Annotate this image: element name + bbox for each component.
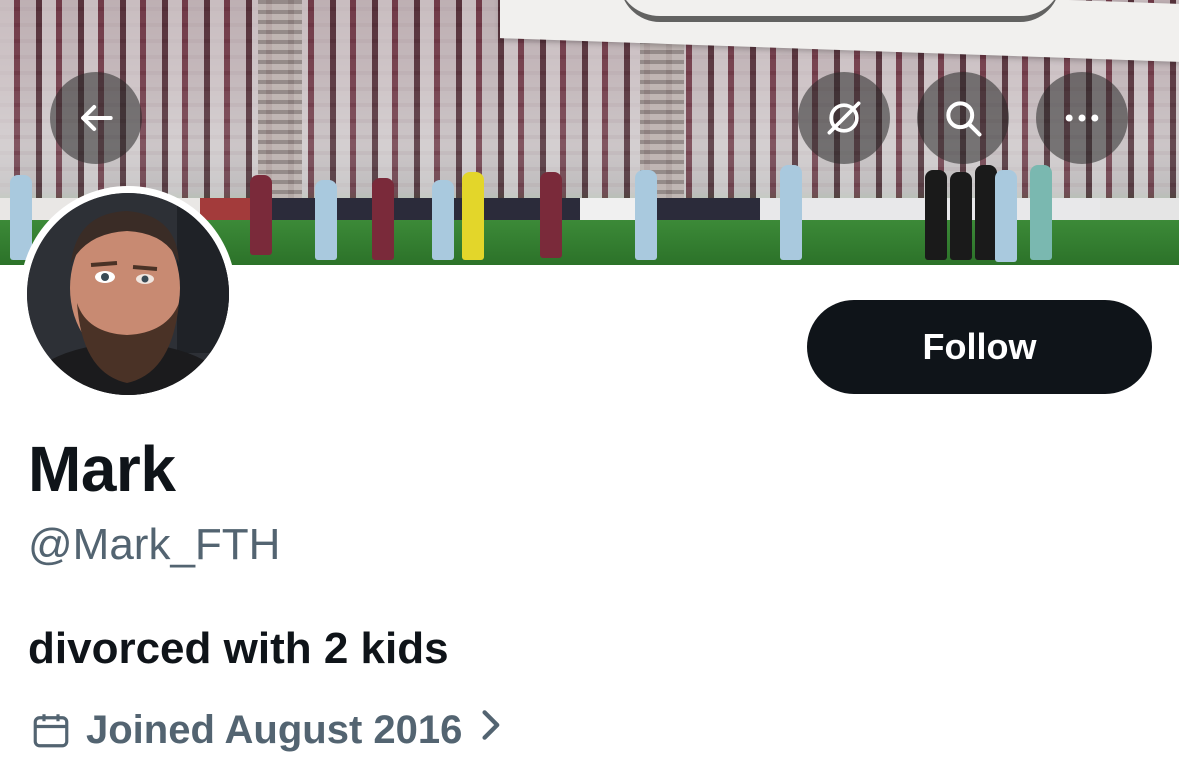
banner-player: [250, 175, 272, 255]
banner-player: [925, 170, 947, 260]
chevron-right-icon: [476, 707, 504, 753]
banner-player: [975, 165, 997, 260]
avatar-portrait-image: [27, 193, 229, 395]
banner-player: [780, 165, 802, 260]
profile-bio: divorced with 2 kids: [28, 624, 449, 673]
search-button[interactable]: [917, 72, 1009, 164]
joined-date-label: Joined August 2016: [86, 707, 463, 752]
banner-stairs: [258, 0, 302, 200]
banner-player: [462, 172, 484, 260]
joined-date-row[interactable]: Joined August 2016: [30, 702, 504, 758]
avatar[interactable]: [27, 193, 229, 395]
banner-player: [432, 180, 454, 260]
banner-player: [1030, 165, 1052, 260]
banner-player: [635, 170, 657, 260]
more-options-icon: [1065, 114, 1099, 122]
privacy-eye-slash-icon: [827, 101, 861, 135]
banner-player: [540, 172, 562, 258]
back-button[interactable]: [50, 72, 142, 164]
search-icon: [946, 101, 982, 137]
more-options-button[interactable]: [1036, 72, 1128, 164]
back-arrow-icon: [81, 104, 113, 132]
profile-handle: @Mark_FTH: [28, 520, 281, 569]
calendar-icon: [33, 714, 69, 748]
banner-player: [950, 172, 972, 260]
privacy-button[interactable]: [798, 72, 890, 164]
avatar-frame[interactable]: [20, 186, 236, 402]
profile-name: Mark: [28, 433, 176, 505]
banner-flag-script: [620, 0, 1060, 22]
banner-player: [315, 180, 337, 260]
banner-player: [995, 170, 1017, 262]
follow-button[interactable]: Follow: [807, 300, 1152, 394]
banner-player: [10, 175, 32, 260]
banner-player: [372, 178, 394, 260]
